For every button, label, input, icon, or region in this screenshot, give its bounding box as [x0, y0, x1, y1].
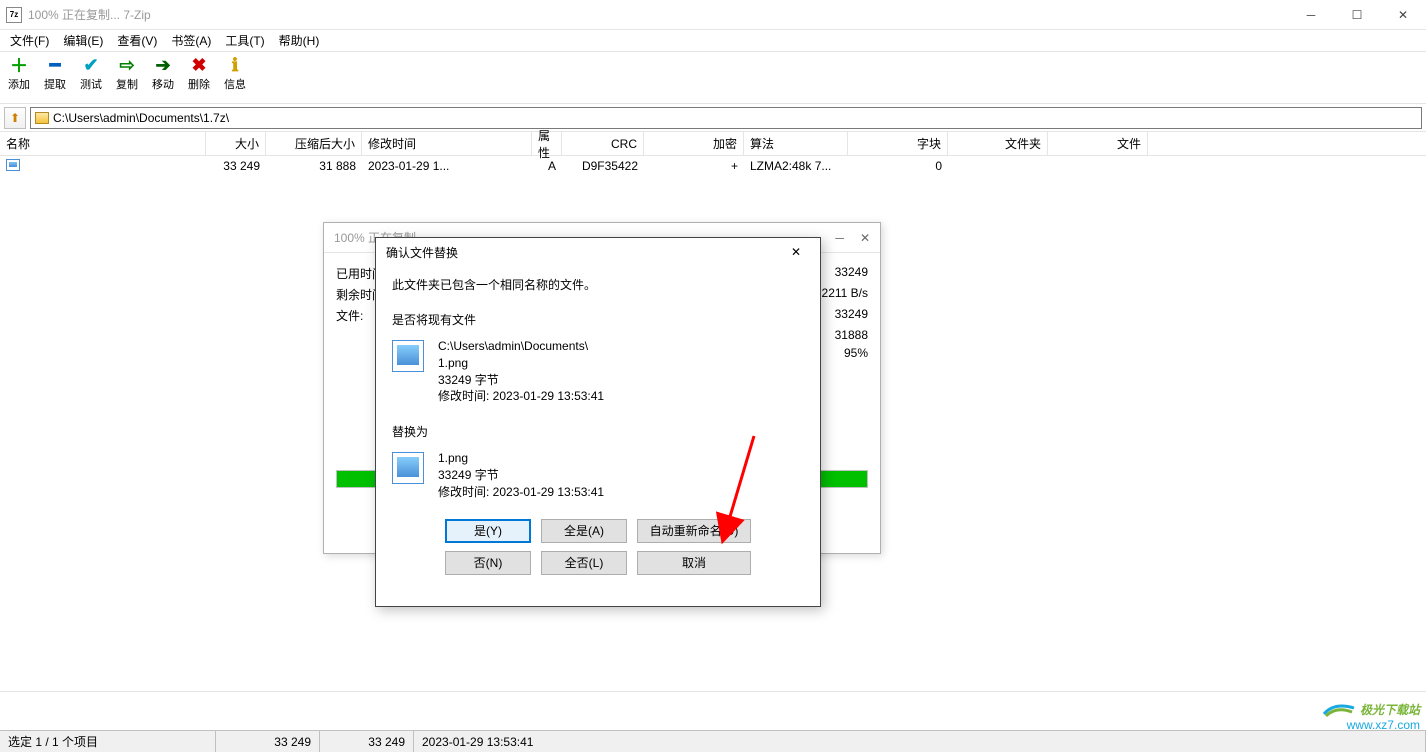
cell-algo: LZMA2:48k 7... [744, 157, 848, 175]
table-row[interactable]: 33 249 31 888 2023-01-29 1... A D9F35422… [0, 156, 1426, 176]
confirm-dialog-title: 确认文件替换 [386, 244, 458, 261]
cell-attr: A [532, 157, 562, 175]
menu-bookmarks[interactable]: 书签(A) [165, 30, 217, 51]
up-button[interactable]: ⬆ [4, 107, 26, 129]
minimize-button[interactable]: ─ [1288, 0, 1334, 30]
replace-label: 替换为 [392, 423, 804, 440]
col-attr[interactable]: 属性 [532, 132, 562, 155]
title-bar: 7z 100% 正在复制... 7-Zip ─ ☐ ✕ [0, 0, 1426, 30]
menu-view[interactable]: 查看(V) [111, 30, 163, 51]
minus-icon: ━ [45, 56, 65, 74]
col-folders[interactable]: 文件夹 [948, 132, 1048, 155]
menu-help[interactable]: 帮助(H) [273, 30, 326, 51]
menu-file[interactable]: 文件(F) [4, 30, 55, 51]
watermark-url: www.xz7.com [1322, 718, 1420, 732]
yes-all-button[interactable]: 全是(A) [541, 519, 627, 543]
col-crc[interactable]: CRC [562, 132, 644, 155]
toolbar-delete[interactable]: ✖删除 [186, 56, 212, 92]
toolbar-extract[interactable]: ━提取 [42, 56, 68, 92]
col-packed[interactable]: 压缩后大小 [266, 132, 362, 155]
watermark: 极光下载站 www.xz7.com [1322, 700, 1420, 732]
value-total1: 33249 [835, 265, 868, 282]
cell-folders [948, 164, 1048, 168]
cancel-button[interactable]: 取消 [637, 551, 751, 575]
existing-modified: 修改时间: 2023-01-29 13:53:41 [438, 388, 604, 405]
toolbar-info[interactable]: ℹ信息 [222, 56, 248, 92]
col-modified[interactable]: 修改时间 [362, 132, 532, 155]
status-time: 2023-01-29 13:53:41 [414, 731, 1426, 752]
menu-tools[interactable]: 工具(T) [219, 30, 270, 51]
incoming-size: 33249 字节 [438, 467, 604, 484]
address-bar: ⬆ C:\Users\admin\Documents\1.7z\ [0, 104, 1426, 132]
toolbar-add[interactable]: ＋添加 [6, 56, 32, 92]
incoming-modified: 修改时间: 2023-01-29 13:53:41 [438, 484, 604, 501]
confirm-question: 是否将现有文件 [392, 311, 804, 328]
status-size2: 33 249 [320, 731, 414, 752]
confirm-close-button[interactable]: ✕ [782, 241, 810, 263]
col-files[interactable]: 文件 [1048, 132, 1148, 155]
existing-path: C:\Users\admin\Documents\ [438, 338, 604, 355]
maximize-button[interactable]: ☐ [1334, 0, 1380, 30]
arrow-right-icon: ⇨ [117, 56, 137, 74]
toolbar-move[interactable]: ➔移动 [150, 56, 176, 92]
toolbar: ＋添加 ━提取 ✔测试 ⇨复制 ➔移动 ✖删除 ℹ信息 [0, 52, 1426, 104]
column-headers: 名称 大小 压缩后大小 修改时间 属性 CRC 加密 算法 字块 文件夹 文件 [0, 132, 1426, 156]
folder-up-icon: ⬆ [10, 111, 20, 125]
value-percent: 95% [844, 346, 868, 360]
cell-crc: D9F35422 [562, 157, 644, 175]
yes-button[interactable]: 是(Y) [445, 519, 531, 543]
col-block[interactable]: 字块 [848, 132, 948, 155]
menu-bar: 文件(F) 编辑(E) 查看(V) 书签(A) 工具(T) 帮助(H) [0, 30, 1426, 52]
window-title: 100% 正在复制... 7-Zip [28, 6, 151, 23]
menu-edit[interactable]: 编辑(E) [57, 30, 109, 51]
value-speed: 2211 B/s [822, 286, 868, 303]
status-bar: 选定 1 / 1 个项目 33 249 33 249 2023-01-29 13… [0, 730, 1426, 752]
incoming-name: 1.png [438, 450, 604, 467]
watermark-text: 极光下载站 [1360, 701, 1420, 718]
col-encrypted[interactable]: 加密 [644, 132, 744, 155]
image-file-icon [6, 159, 20, 171]
image-file-icon [392, 340, 424, 372]
confirm-message: 此文件夹已包含一个相同名称的文件。 [392, 276, 804, 293]
cell-encrypted: + [644, 157, 744, 175]
x-icon: ✖ [189, 56, 209, 74]
col-name[interactable]: 名称 [0, 132, 206, 155]
toolbar-test[interactable]: ✔测试 [78, 56, 104, 92]
existing-name: 1.png [438, 355, 604, 372]
progress-minimize-button[interactable]: ─ [835, 231, 844, 245]
no-button[interactable]: 否(N) [445, 551, 531, 575]
value-total2: 33249 [835, 307, 868, 324]
existing-file-block: C:\Users\admin\Documents\ 1.png 33249 字节… [392, 338, 804, 405]
value-packed: 31888 [835, 328, 868, 342]
existing-size: 33249 字节 [438, 372, 604, 389]
no-all-button[interactable]: 全否(L) [541, 551, 627, 575]
plus-icon: ＋ [9, 56, 29, 74]
info-icon: ℹ [225, 56, 245, 74]
progress-close-button[interactable]: ✕ [860, 231, 870, 245]
close-button[interactable]: ✕ [1380, 0, 1426, 30]
toolbar-copy[interactable]: ⇨复制 [114, 56, 140, 92]
status-selection: 选定 1 / 1 个项目 [0, 731, 216, 752]
auto-rename-button[interactable]: 自动重新命名(U) [637, 519, 751, 543]
address-input[interactable]: C:\Users\admin\Documents\1.7z\ [30, 107, 1422, 129]
cell-files [1048, 164, 1148, 168]
confirm-dialog: 确认文件替换 ✕ 此文件夹已包含一个相同名称的文件。 是否将现有文件 C:\Us… [375, 237, 821, 607]
label-files: 文件: [336, 307, 363, 324]
col-algo[interactable]: 算法 [744, 132, 848, 155]
check-icon: ✔ [81, 56, 101, 74]
cell-block: 0 [848, 157, 948, 175]
col-size[interactable]: 大小 [206, 132, 266, 155]
app-icon: 7z [6, 7, 22, 23]
cell-modified: 2023-01-29 1... [362, 157, 532, 175]
incoming-file-block: 1.png 33249 字节 修改时间: 2023-01-29 13:53:41 [392, 450, 804, 500]
arrow-icon: ➔ [153, 56, 173, 74]
status-size1: 33 249 [216, 731, 320, 752]
address-text: C:\Users\admin\Documents\1.7z\ [53, 111, 229, 125]
image-file-icon [392, 452, 424, 484]
cell-packed: 31 888 [266, 157, 362, 175]
folder-icon [35, 112, 49, 124]
cell-size: 33 249 [206, 157, 266, 175]
watermark-swoosh-icon [1322, 700, 1356, 718]
